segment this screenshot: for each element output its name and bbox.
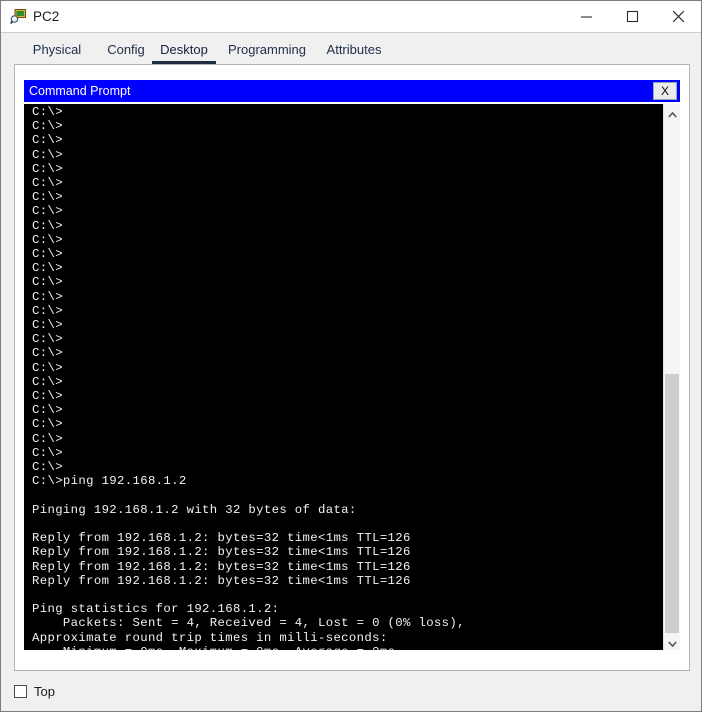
top-checkbox-label: Top bbox=[34, 684, 55, 699]
scroll-up-arrow-icon[interactable] bbox=[664, 104, 680, 121]
close-button[interactable] bbox=[655, 1, 701, 31]
device-tab-bar: Physical Config Desktop Programming Attr… bbox=[14, 40, 690, 64]
tab-desktop[interactable]: Desktop bbox=[152, 40, 216, 64]
packet-tracer-pc-icon bbox=[10, 8, 27, 25]
window-titlebar: PC2 bbox=[1, 1, 701, 33]
command-prompt-title: Command Prompt bbox=[29, 83, 130, 99]
terminal-scrollbar[interactable] bbox=[663, 104, 680, 650]
window-footer: Top bbox=[1, 673, 701, 711]
top-checkbox-row[interactable]: Top bbox=[14, 682, 55, 700]
command-prompt-close-button[interactable]: X bbox=[653, 82, 677, 100]
scroll-down-arrow-icon[interactable] bbox=[664, 633, 680, 650]
terminal-output-area[interactable]: C:\> C:\> C:\> C:\> C:\> C:\> C:\> C:\> … bbox=[24, 104, 680, 650]
desktop-panel: Command Prompt X C:\> C:\> C:\> C:\> C:\… bbox=[14, 64, 690, 671]
window-title: PC2 bbox=[33, 8, 59, 25]
command-prompt-window: Command Prompt X C:\> C:\> C:\> C:\> C:\… bbox=[24, 80, 680, 650]
top-checkbox[interactable] bbox=[14, 685, 27, 698]
maximize-button[interactable] bbox=[609, 1, 655, 31]
pc-device-window: PC2 Physical Config Desktop Programming … bbox=[0, 0, 702, 712]
tab-physical[interactable]: Physical bbox=[22, 40, 92, 64]
minimize-button[interactable] bbox=[563, 1, 609, 31]
tab-attributes[interactable]: Attributes bbox=[318, 40, 390, 64]
command-prompt-titlebar: Command Prompt X bbox=[24, 80, 680, 102]
tab-programming[interactable]: Programming bbox=[220, 40, 314, 64]
scrollbar-thumb[interactable] bbox=[665, 374, 679, 642]
tab-config[interactable]: Config bbox=[96, 40, 156, 64]
terminal-text: C:\> C:\> C:\> C:\> C:\> C:\> C:\> C:\> … bbox=[32, 105, 652, 650]
